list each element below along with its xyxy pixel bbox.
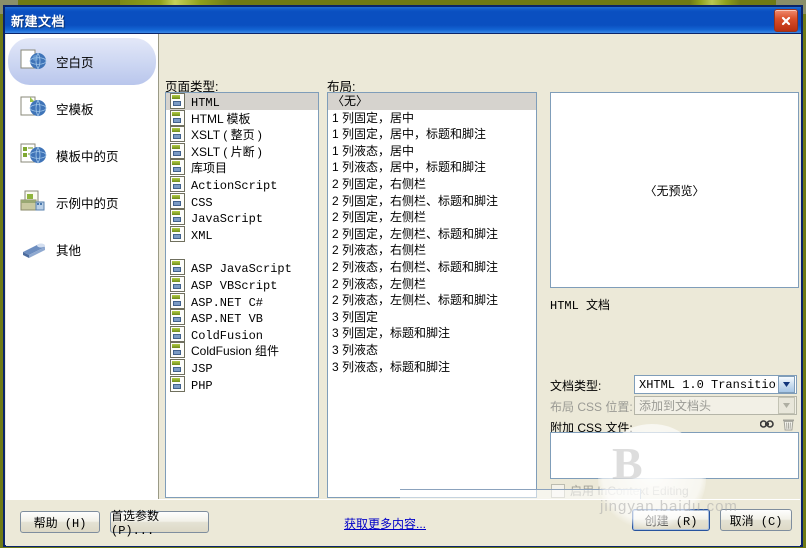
sidebar-item-label: 其他: [56, 244, 82, 258]
page-from-template-icon: [19, 142, 49, 170]
list-item[interactable]: 2 列液态，左侧栏: [328, 276, 536, 293]
close-icon[interactable]: [774, 9, 798, 32]
list-item[interactable]: 〈无〉: [328, 93, 536, 110]
window-title: 新建文档: [11, 13, 66, 29]
list-item[interactable]: ASP.NET C#: [166, 292, 318, 310]
page-type-list[interactable]: HTML HTML 模板 XSLT ( 整页 ) XSLT ( 片断 ) 库项目…: [165, 92, 319, 498]
layout-list[interactable]: 〈无〉 1 列固定，居中 1 列固定，居中，标题和脚注 1 列液态，居中 1 列…: [327, 92, 537, 498]
list-item[interactable]: JavaScript: [166, 209, 318, 226]
list-item[interactable]: HTML: [166, 93, 318, 110]
list-item[interactable]: 3 列固定，标题和脚注: [328, 325, 536, 342]
blank-page-icon: [19, 48, 49, 76]
list-item[interactable]: 2 列固定，右侧栏: [328, 176, 536, 193]
list-item[interactable]: 2 列固定，右侧栏、标题和脚注: [328, 193, 536, 210]
list-item[interactable]: HTML 模板: [166, 109, 318, 127]
list-item[interactable]: ASP VBScript: [166, 275, 318, 293]
blank-template-icon: [19, 95, 49, 123]
list-item[interactable]: 库项目: [166, 159, 318, 176]
sidebar-item-label: 空模板: [56, 103, 94, 117]
file-type-icon: [170, 159, 185, 176]
list-item[interactable]: 2 列液态，右侧栏、标题和脚注: [328, 259, 536, 276]
list-item[interactable]: 1 列液态，居中: [328, 143, 536, 160]
list-item[interactable]: CSS: [166, 192, 318, 210]
list-item[interactable]: ColdFusion 组件: [166, 342, 318, 359]
list-group-separator: [166, 242, 318, 259]
file-type-icon: [170, 309, 185, 326]
list-item[interactable]: 2 列液态，左侧栏、标题和脚注: [328, 292, 536, 309]
preview-pane: 〈无预览〉: [550, 92, 799, 288]
list-item[interactable]: 3 列液态: [328, 342, 536, 359]
sidebar-item-other[interactable]: 其他: [8, 226, 156, 273]
preview-placeholder-text: 〈无预览〉: [644, 183, 705, 198]
list-item[interactable]: 2 列固定，左侧栏: [328, 209, 536, 226]
chevron-down-icon: [778, 397, 795, 414]
preferences-button[interactable]: 首选参数 (P)...: [110, 510, 209, 538]
file-type-icon: [170, 209, 185, 226]
list-item[interactable]: ColdFusion: [166, 325, 318, 343]
file-type-icon: [170, 192, 185, 209]
dialog-footer: 帮助 (H) 首选参数 (P)... 获取更多内容... 创建 (R) 取消 (…: [6, 499, 800, 546]
file-type-icon: [170, 259, 185, 276]
list-item[interactable]: XML: [166, 225, 318, 243]
category-sidebar: 空白页 空模板 模板中的页 示例中的页 其他: [6, 34, 159, 518]
other-icon: [19, 236, 49, 264]
doctype-label: 文档类型:: [550, 379, 602, 393]
file-type-icon: [170, 175, 185, 192]
file-type-icon: [170, 275, 185, 292]
sidebar-item-page-from-sample[interactable]: 示例中的页: [8, 179, 156, 226]
list-item[interactable]: 3 列固定: [328, 309, 536, 326]
sidebar-item-blank-page[interactable]: 空白页: [8, 38, 156, 85]
doctype-select[interactable]: XHTML 1.0 Transitional: [634, 375, 797, 394]
css-location-select: 添加到文档头: [634, 396, 797, 415]
file-type-icon: [170, 126, 185, 143]
cancel-button[interactable]: 取消 (C): [720, 509, 792, 531]
help-button[interactable]: 帮助 (H): [20, 511, 100, 533]
create-button[interactable]: 创建 (R): [632, 509, 710, 531]
file-type-icon: [170, 375, 185, 392]
file-type-icon: [170, 325, 185, 342]
file-type-icon: [170, 142, 185, 159]
file-type-icon: [170, 109, 185, 126]
dialog-body: 空白页 空模板 模板中的页 示例中的页 其他 页面类型: HTML HTML 模…: [5, 34, 801, 547]
sidebar-item-label: 空白页: [56, 56, 94, 70]
list-item[interactable]: 3 列液态，标题和脚注: [328, 359, 536, 376]
file-type-icon: [170, 225, 185, 242]
doctype-value: XHTML 1.0 Transitional: [639, 377, 777, 392]
chevron-down-icon[interactable]: [778, 376, 795, 393]
attached-css-files-box[interactable]: [550, 432, 799, 479]
document-description: HTML 文档: [550, 299, 611, 313]
list-item[interactable]: JSP: [166, 358, 318, 376]
css-location-value: 添加到文档头: [639, 400, 712, 414]
list-item[interactable]: 2 列固定，左侧栏、标题和脚注: [328, 226, 536, 243]
file-type-icon: [170, 358, 185, 375]
list-item[interactable]: XSLT ( 片断 ): [166, 142, 318, 160]
page-from-sample-icon: [19, 189, 49, 217]
list-item[interactable]: XSLT ( 整页 ): [166, 126, 318, 143]
file-type-icon: [170, 93, 185, 109]
sidebar-item-page-from-template[interactable]: 模板中的页: [8, 132, 156, 179]
new-document-dialog: 新建文档 空白页 空模板 模板中的页 示例中的页 其他 页面类型: HTML H…: [4, 6, 802, 546]
list-item[interactable]: 1 列固定，居中，标题和脚注: [328, 126, 536, 143]
list-item[interactable]: 2 列液态，右侧栏: [328, 242, 536, 259]
file-type-icon: [170, 342, 185, 359]
list-item[interactable]: 1 列固定，居中: [328, 110, 536, 127]
css-location-label: 布局 CSS 位置:: [550, 400, 633, 414]
list-item[interactable]: ASP.NET VB: [166, 309, 318, 326]
list-item[interactable]: PHP: [166, 375, 318, 393]
file-type-icon: [170, 292, 185, 309]
list-item[interactable]: ActionScript: [166, 175, 318, 193]
sidebar-item-blank-template[interactable]: 空模板: [8, 85, 156, 132]
get-more-content-link[interactable]: 获取更多内容...: [344, 515, 426, 532]
sidebar-item-label: 示例中的页: [56, 197, 119, 211]
list-item[interactable]: 1 列液态，居中，标题和脚注: [328, 159, 536, 176]
title-bar: 新建文档: [5, 7, 801, 34]
sidebar-item-label: 模板中的页: [56, 150, 119, 164]
link-icon[interactable]: [759, 419, 774, 433]
list-item[interactable]: ASP JavaScript: [166, 259, 318, 276]
